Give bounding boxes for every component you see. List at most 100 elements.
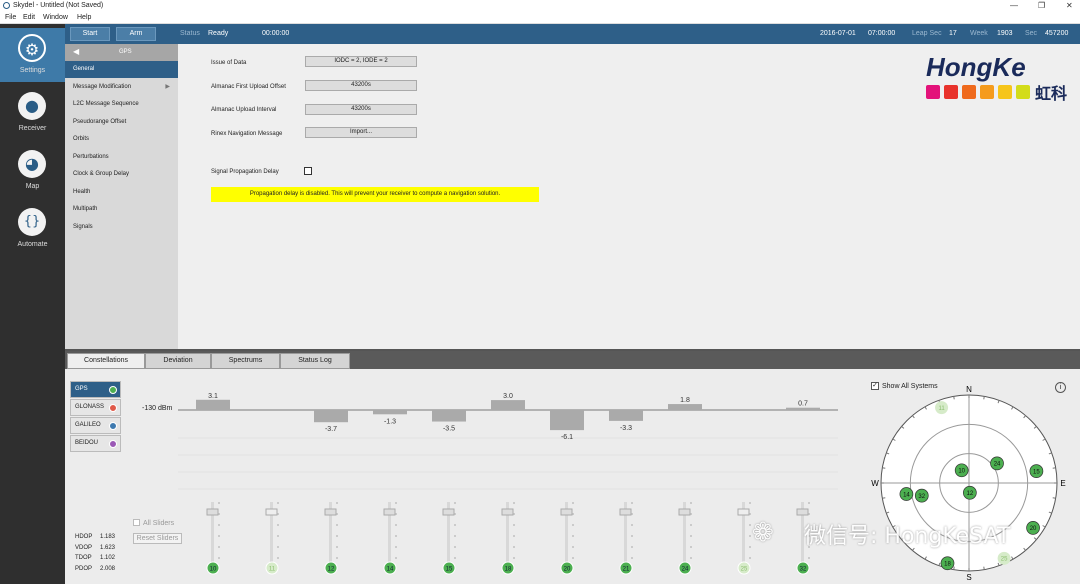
satellite-prn-label: 18 xyxy=(505,567,512,573)
satellite-marker-label: 18 xyxy=(944,562,951,568)
power-bar-label: -3.5 xyxy=(443,426,455,433)
week-value: 1903 xyxy=(997,30,1013,37)
almanac-interval-field[interactable]: 43200s xyxy=(305,104,417,115)
close-button[interactable]: ✕ xyxy=(1066,1,1073,10)
sim-date: 2016-07-01 xyxy=(820,30,856,37)
elapsed-time: 00:00:00 xyxy=(262,30,290,37)
rinex-label: Rinex Navigation Message xyxy=(211,131,283,137)
menu-window[interactable]: Window xyxy=(43,14,68,21)
constellation-button-gps[interactable]: GPS xyxy=(70,381,121,398)
power-bar xyxy=(432,410,466,422)
maximize-button[interactable]: ❐ xyxy=(1038,1,1045,10)
east-label: E xyxy=(1060,479,1065,488)
sec-label: Sec xyxy=(1025,30,1038,37)
leap-sec-label: Leap Sec xyxy=(912,30,942,37)
back-arrow-icon[interactable]: ◀ xyxy=(73,47,79,56)
sidebar-item[interactable]: Message Modification ▶ xyxy=(65,79,178,96)
sidebar-item-label: Multipath xyxy=(73,206,98,212)
constellation-button-galileo[interactable]: GALILEO xyxy=(70,417,121,434)
info-icon[interactable]: i xyxy=(1055,382,1066,393)
sky-tick xyxy=(953,566,955,570)
reference-power-label: -130 dBm xyxy=(142,405,173,412)
sidebar-item[interactable]: Perturbations xyxy=(65,149,178,166)
week-label: Week xyxy=(970,30,988,37)
tab-status-log[interactable]: Status Log xyxy=(280,353,350,369)
power-bar xyxy=(373,410,407,415)
sidebar-item[interactable]: Signals xyxy=(65,219,178,236)
sidebar-item[interactable]: Pseudorange Offset xyxy=(65,114,178,131)
sidebar-header[interactable]: ◀ GPS xyxy=(65,44,178,61)
dop-row: VDOP 1.623 xyxy=(75,545,115,551)
power-slider-handle[interactable] xyxy=(737,508,750,516)
sidebar-item[interactable]: Health xyxy=(65,184,178,201)
all-sliders-checkbox[interactable] xyxy=(133,519,140,526)
leap-sec-value: 17 xyxy=(949,30,957,37)
power-slider-handle[interactable] xyxy=(206,508,219,516)
tab-constellations[interactable]: Constellations xyxy=(67,353,145,369)
rinex-import-button[interactable]: Import... xyxy=(305,127,417,138)
sidebar-item[interactable]: L2C Message Sequence xyxy=(65,96,178,113)
power-slider-handle[interactable] xyxy=(383,508,396,516)
power-bar xyxy=(314,410,348,423)
propagation-delay-checkbox[interactable] xyxy=(304,167,312,175)
logo-text: HongKe xyxy=(926,52,1026,82)
west-label: W xyxy=(871,479,879,488)
power-slider-handle[interactable] xyxy=(324,508,337,516)
nav-receiver[interactable]: ● Receiver xyxy=(0,86,65,140)
satellite-marker-label: 12 xyxy=(967,491,974,497)
sidebar-item[interactable]: General xyxy=(65,61,178,78)
constellation-label: GALILEO xyxy=(75,422,101,428)
menu-file[interactable]: File xyxy=(5,14,16,21)
show-all-systems-checkbox[interactable]: ✓ xyxy=(871,382,879,390)
sidebar-item-label: General xyxy=(73,66,95,72)
constellation-button-glonass[interactable]: GLONASS xyxy=(70,399,121,416)
satellite-marker-label: 15 xyxy=(1033,469,1040,475)
sidebar-item[interactable]: Multipath xyxy=(65,201,178,218)
start-button[interactable]: Start xyxy=(70,27,110,41)
gear-icon: ⚙ xyxy=(18,34,46,62)
power-bar-label: -3.7 xyxy=(325,426,337,433)
power-slider-handle[interactable] xyxy=(678,508,691,516)
sidebar-item[interactable]: Clock & Group Delay xyxy=(65,166,178,183)
settings-sidebar: ◀ GPS General Message Modification ▶ L2C Me… xyxy=(65,44,178,349)
nav-automate[interactable]: {} Automate xyxy=(0,202,65,256)
chevron-right-icon: ▶ xyxy=(165,83,170,90)
nav-settings[interactable]: ⚙ Settings xyxy=(0,28,65,82)
satellite-prn-label: 10 xyxy=(210,567,217,573)
tab-spectrums[interactable]: Spectrums xyxy=(211,353,280,369)
sidebar-item[interactable]: Orbits xyxy=(65,131,178,148)
status-value: Ready xyxy=(208,30,229,37)
minimize-button[interactable]: — xyxy=(1010,1,1018,10)
iod-field[interactable]: IODC = 2, IODE = 2 xyxy=(305,56,417,67)
window-titlebar: Skydel - Untitled (Not Saved) — ❐ ✕ xyxy=(0,0,1080,12)
power-slider-handle[interactable] xyxy=(442,508,455,516)
menu-edit[interactable]: Edit xyxy=(23,14,35,21)
nav-map[interactable]: ◕ Map xyxy=(0,144,65,198)
propagation-delay-label: Signal Propagation Delay xyxy=(211,169,279,175)
satellite-prn-label: 12 xyxy=(328,567,335,573)
constellation-color-dot xyxy=(109,386,117,394)
logo-color-square xyxy=(980,85,994,99)
power-slider-handle[interactable] xyxy=(560,508,573,516)
sky-tick xyxy=(983,396,985,400)
constellation-button-beidou[interactable]: BEIDOU xyxy=(70,435,121,452)
satellite-prn-label: 15 xyxy=(446,567,453,573)
power-slider-handle[interactable] xyxy=(501,508,514,516)
power-bar xyxy=(491,400,525,410)
reset-sliders-button[interactable]: Reset Sliders xyxy=(133,533,182,544)
south-label: S xyxy=(966,573,971,582)
hongke-logo: HongKe 虹科 xyxy=(922,52,1076,103)
almanac-offset-field[interactable]: 43200s xyxy=(305,80,417,91)
propagation-warning: Propagation delay is disabled. This will… xyxy=(211,187,539,202)
arm-button[interactable]: Arm xyxy=(116,27,156,41)
power-slider-handle[interactable] xyxy=(265,508,278,516)
logo-color-square xyxy=(998,85,1012,99)
watermark-text: 微信号: HongKeSAT xyxy=(804,524,1011,549)
logo-color-square xyxy=(962,85,976,99)
sidebar-header-title: GPS xyxy=(119,49,132,55)
power-slider-handle[interactable] xyxy=(619,508,632,516)
sidebar-item-label: Clock & Group Delay xyxy=(73,171,130,177)
menu-help[interactable]: Help xyxy=(77,14,91,21)
globe-icon: ◕ xyxy=(18,150,46,178)
tab-deviation[interactable]: Deviation xyxy=(145,353,211,369)
